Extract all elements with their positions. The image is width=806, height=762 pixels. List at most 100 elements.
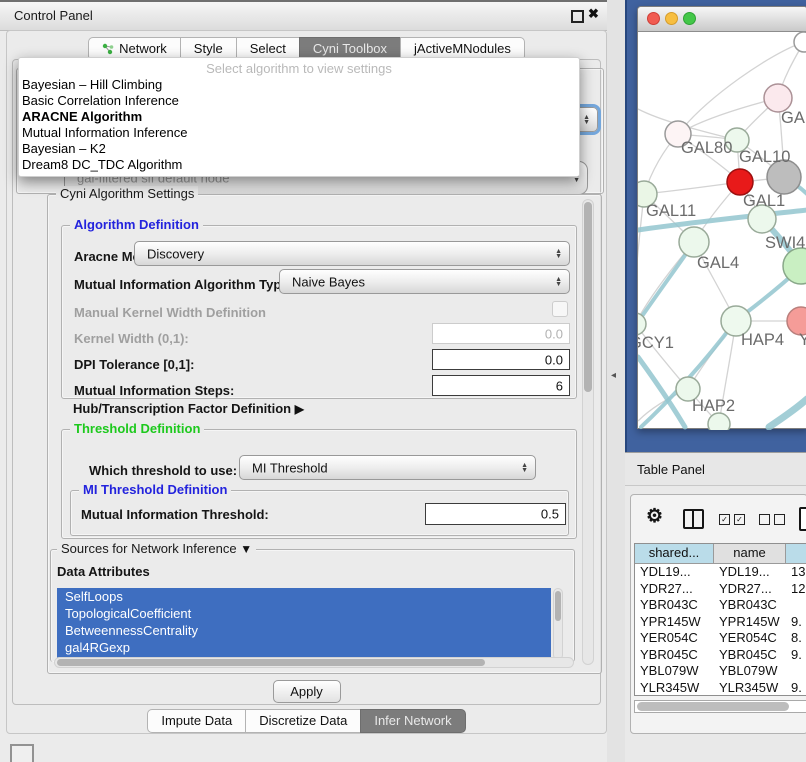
which-threshold-label: Which threshold to use: — [89, 463, 237, 478]
table-cell — [786, 663, 806, 680]
dpi-tolerance-field[interactable]: 0.0 — [432, 349, 570, 370]
table-row[interactable]: YBR043CYBR043C — [635, 597, 806, 614]
combo-arrows-icon: ▲▼ — [555, 277, 562, 287]
node-table: shared...name YDL19...YDL19...13YDR27...… — [634, 543, 806, 696]
sources-group: Sources for Network Inference ▼ Data Att… — [50, 549, 575, 662]
aracne-mode-combobox[interactable]: Discovery ▲▼ — [134, 241, 570, 266]
threshold-definition-title: Threshold Definition — [70, 421, 204, 436]
popup-item-aracne-algorithm[interactable]: ARACNE Algorithm — [19, 109, 579, 125]
attribute-item-betweennesscentrality[interactable]: BetweennessCentrality — [57, 622, 551, 639]
mi-steps-label: Mutual Information Steps: — [74, 383, 234, 398]
network-canvas[interactable]: GALGAL80GAL10GAL1GAL11SWI4GAL4GCY1HAP4YH… — [638, 31, 806, 430]
network-window: GALGAL80GAL10GAL1GAL11SWI4GAL4GCY1HAP4YH… — [637, 6, 806, 429]
popup-item-bayesian-hill-climbing[interactable]: Bayesian – Hill Climbing — [19, 77, 579, 93]
attribute-item-topologicalcoefficient[interactable]: TopologicalCoefficient — [57, 605, 551, 622]
network-node-label: GAL1 — [743, 192, 785, 210]
splitter-collapse-icon[interactable]: ◂ — [611, 370, 616, 381]
table-panel-container: ⚙ ✓✓ shared...name YDL19...YDL19...13YDR… — [630, 494, 806, 734]
table-horizontal-scrollbar[interactable] — [634, 700, 806, 713]
table-cell — [786, 597, 806, 614]
data-attributes-list[interactable]: SelfLoopsTopologicalCoefficientBetweenne… — [57, 588, 551, 660]
table-row[interactable]: YBR045CYBR045C9. — [635, 647, 806, 664]
threshold-definition-group: Threshold Definition Which threshold to … — [61, 429, 577, 539]
tab-label: Style — [194, 41, 223, 56]
attributes-list-scrollbar[interactable] — [553, 588, 563, 660]
manual-kernel-checkbox[interactable] — [552, 301, 568, 317]
application-window: Control Panel ✖ NetworkStyleSelectCyni T… — [0, 0, 806, 762]
table-row[interactable]: YLR345WYLR345W9. — [635, 680, 806, 697]
columns-icon[interactable] — [683, 509, 704, 529]
tab-label: jActiveMNodules — [414, 41, 511, 56]
file-icon[interactable] — [799, 507, 806, 531]
network-window-titlebar[interactable] — [638, 7, 806, 32]
close-icon[interactable]: ✖ — [588, 6, 599, 22]
panel-title: Control Panel — [14, 8, 93, 23]
scrollbar-thumb[interactable] — [637, 702, 789, 711]
table-row[interactable]: YPR145WYPR145W9. — [635, 614, 806, 631]
attribute-item-selfloops[interactable]: SelfLoops — [57, 588, 551, 605]
window-minimize-button[interactable] — [665, 12, 678, 25]
window-zoom-button[interactable] — [683, 12, 696, 25]
tab-discretize-data[interactable]: Discretize Data — [245, 709, 361, 733]
popup-item-basic-correlation-inference[interactable]: Basic Correlation Inference — [19, 93, 579, 109]
table-cell: 9. — [786, 647, 806, 664]
network-node[interactable] — [764, 84, 792, 112]
scrollbar-thumb[interactable] — [57, 659, 485, 666]
network-edge — [638, 194, 644, 324]
split-pane-divider[interactable]: ◂ — [607, 0, 625, 762]
table-row[interactable]: YBL079WYBL079W — [635, 663, 806, 680]
popup-item-bayesian-k2[interactable]: Bayesian – K2 — [19, 141, 579, 157]
column-header-2[interactable] — [786, 544, 806, 563]
table-row[interactable]: YER054CYER054C8. — [635, 630, 806, 647]
control-panel-titlebar: Control Panel ✖ — [0, 2, 612, 31]
column-header-name[interactable]: name — [714, 544, 786, 563]
network-node[interactable] — [708, 413, 730, 430]
settings-horizontal-scrollbar[interactable] — [54, 657, 574, 668]
popup-item-mutual-information-inference[interactable]: Mutual Information Inference — [19, 125, 579, 141]
tab-infer-network[interactable]: Infer Network — [360, 709, 465, 733]
attribute-item-gal4rgexp[interactable]: gal4RGexp — [57, 639, 551, 656]
float-panel-icon[interactable] — [571, 10, 584, 23]
table-cell: YBL079W — [714, 663, 786, 680]
collapsed-panel-icon[interactable] — [10, 744, 34, 762]
network-node[interactable] — [638, 313, 646, 335]
algorithm-definition-group: Algorithm Definition Aracne Mode: Discov… — [61, 225, 577, 399]
table-row[interactable]: YDL19...YDL19...13 — [635, 564, 806, 581]
table-cell: YDL19... — [635, 564, 714, 581]
table-row[interactable]: YDR27...YDR27...12 — [635, 581, 806, 598]
tab-impute-data[interactable]: Impute Data — [147, 709, 246, 733]
cyni-algorithm-settings-group: Cyni Algorithm Settings Algorithm Defini… — [47, 194, 602, 674]
hub-definition-expander[interactable]: Hub/Transcription Factor Definition ▶ — [73, 401, 304, 416]
table-cell: YBR045C — [714, 647, 786, 664]
kernel-width-field[interactable]: 0.0 — [432, 323, 570, 344]
network-node-label: GAL80 — [681, 139, 732, 157]
mi-steps-field[interactable]: 6 — [432, 375, 570, 396]
mi-type-label: Mutual Information Algorithm Type: — [74, 277, 293, 292]
network-node[interactable] — [794, 32, 806, 52]
scrollbar-thumb[interactable] — [584, 202, 592, 392]
gear-icon[interactable]: ⚙ — [646, 505, 663, 528]
table-cell: 12 — [786, 581, 806, 598]
table-toolbar: ⚙ ✓✓ — [631, 503, 806, 539]
network-node[interactable] — [679, 227, 709, 257]
apply-button[interactable]: Apply — [273, 680, 341, 703]
column-header-shared-[interactable]: shared... — [635, 544, 714, 563]
network-node-label: Y — [799, 331, 806, 349]
table-cell: YER054C — [635, 630, 714, 647]
network-tab-icon — [102, 43, 114, 55]
scrollbar-thumb[interactable] — [555, 591, 561, 621]
network-node-label: GAL — [781, 109, 806, 127]
sources-title[interactable]: Sources for Network Inference ▼ — [57, 541, 256, 556]
which-threshold-combobox[interactable]: MI Threshold ▲▼ — [239, 455, 536, 480]
mi-threshold-field[interactable]: 0.5 — [425, 503, 566, 525]
popup-item-dream8-dc-tdc-algorithm[interactable]: Dream8 DC_TDC Algorithm — [19, 157, 579, 173]
deselect-all-checkboxes-icon[interactable] — [759, 514, 785, 525]
data-attributes-label: Data Attributes — [57, 564, 150, 579]
mi-type-combobox[interactable]: Naive Bayes ▲▼ — [279, 269, 570, 294]
network-node-label: GAL10 — [739, 148, 790, 166]
select-all-checkboxes-icon[interactable]: ✓✓ — [719, 514, 745, 525]
bottom-tab-bar: Impute DataDiscretize DataInfer Network — [7, 709, 606, 733]
window-close-button[interactable] — [647, 12, 660, 25]
settings-vertical-scrollbar[interactable] — [582, 199, 594, 665]
algorithm-definition-title: Algorithm Definition — [70, 217, 203, 232]
